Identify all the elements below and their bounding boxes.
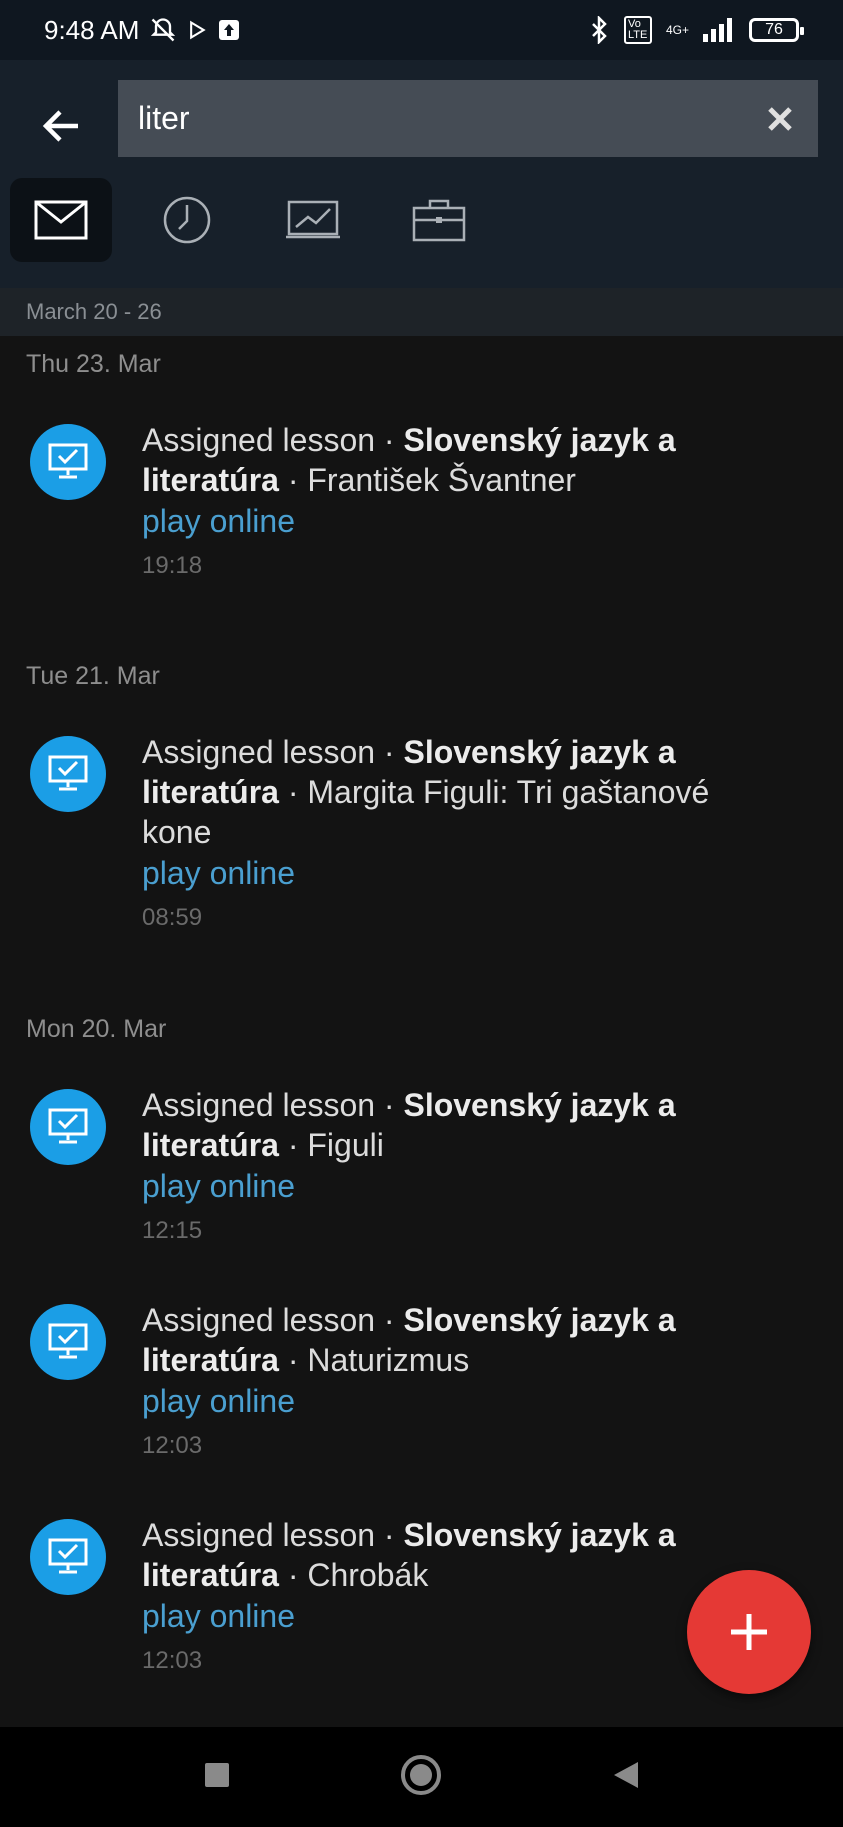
item-title: · Figuli — [278, 1127, 384, 1163]
search-input[interactable] — [136, 99, 760, 138]
item-type: Assigned lesson · — [142, 1302, 404, 1338]
day-label: Tue 21. Mar — [26, 662, 160, 690]
triangle-back-icon — [613, 1761, 638, 1788]
play-store-icon — [190, 20, 207, 40]
search-field — [118, 80, 818, 157]
filter-work[interactable] — [388, 178, 490, 262]
bluetooth-icon — [592, 16, 607, 44]
arrow-left-icon — [42, 110, 78, 142]
plus-icon — [731, 1614, 767, 1650]
volte-indicator: Vo LTE — [623, 16, 652, 44]
item-time: 12:03 — [142, 1647, 203, 1674]
mute-icon — [151, 18, 176, 42]
item-time: 12:03 — [142, 1432, 203, 1459]
lesson-avatar — [30, 424, 106, 500]
item-title: · Chrobák — [278, 1557, 429, 1593]
item-title: · Naturizmus — [278, 1342, 470, 1378]
home-button[interactable] — [400, 1754, 442, 1801]
search-app-bar — [0, 60, 843, 288]
close-icon — [768, 106, 792, 131]
filter-recent[interactable] — [136, 178, 238, 262]
upload-icon — [219, 20, 240, 40]
play-online-link[interactable]: play online — [142, 1595, 782, 1637]
item-type: Assigned lesson · — [142, 1087, 404, 1123]
system-nav-bar — [0, 1727, 843, 1827]
lesson-avatar — [30, 1519, 106, 1595]
lesson-avatar — [30, 1304, 106, 1380]
network-type: 4G+ — [665, 23, 689, 37]
item-title: · František Švantner — [278, 462, 576, 498]
monitor-check-icon — [48, 1108, 88, 1144]
recents-button[interactable] — [204, 1762, 230, 1793]
battery-indicator: 76 — [749, 18, 804, 42]
signal-icon — [703, 18, 732, 42]
week-header: March 20 - 26 — [0, 288, 843, 336]
briefcase-icon — [412, 199, 466, 242]
square-icon — [204, 1762, 229, 1787]
presentation-icon — [286, 200, 340, 239]
play-online-link[interactable]: play online — [142, 500, 782, 542]
lesson-avatar — [30, 1089, 106, 1165]
status-bar: 9:48 AM Vo LTE 4G+ 76 — [0, 0, 843, 60]
mail-icon — [34, 200, 88, 240]
item-time: 12:15 — [142, 1217, 203, 1244]
play-online-link[interactable]: play online — [142, 1380, 782, 1422]
filter-messages[interactable] — [10, 178, 112, 262]
item-type: Assigned lesson · — [142, 422, 404, 458]
clear-search-button[interactable] — [760, 99, 800, 139]
system-back-button[interactable] — [612, 1760, 640, 1795]
monitor-check-icon — [48, 1323, 88, 1359]
home-circle-icon — [400, 1754, 441, 1795]
monitor-check-icon — [48, 1538, 88, 1574]
day-label: Thu 23. Mar — [26, 350, 161, 378]
filter-lessons[interactable] — [262, 178, 364, 262]
filter-tabs — [10, 178, 490, 262]
lesson-avatar — [30, 736, 106, 812]
back-button[interactable] — [30, 96, 90, 156]
item-time: 19:18 — [142, 552, 203, 579]
add-button[interactable] — [687, 1570, 811, 1694]
day-label: Mon 20. Mar — [26, 1015, 167, 1043]
item-time: 08:59 — [142, 904, 203, 931]
clock-icon — [163, 196, 211, 244]
item-type: Assigned lesson · — [142, 734, 404, 770]
play-online-link[interactable]: play online — [142, 852, 782, 894]
monitor-check-icon — [48, 443, 88, 479]
item-type: Assigned lesson · — [142, 1517, 404, 1553]
status-time: 9:48 AM — [44, 14, 140, 45]
monitor-check-icon — [48, 755, 88, 791]
play-online-link[interactable]: play online — [142, 1165, 782, 1207]
